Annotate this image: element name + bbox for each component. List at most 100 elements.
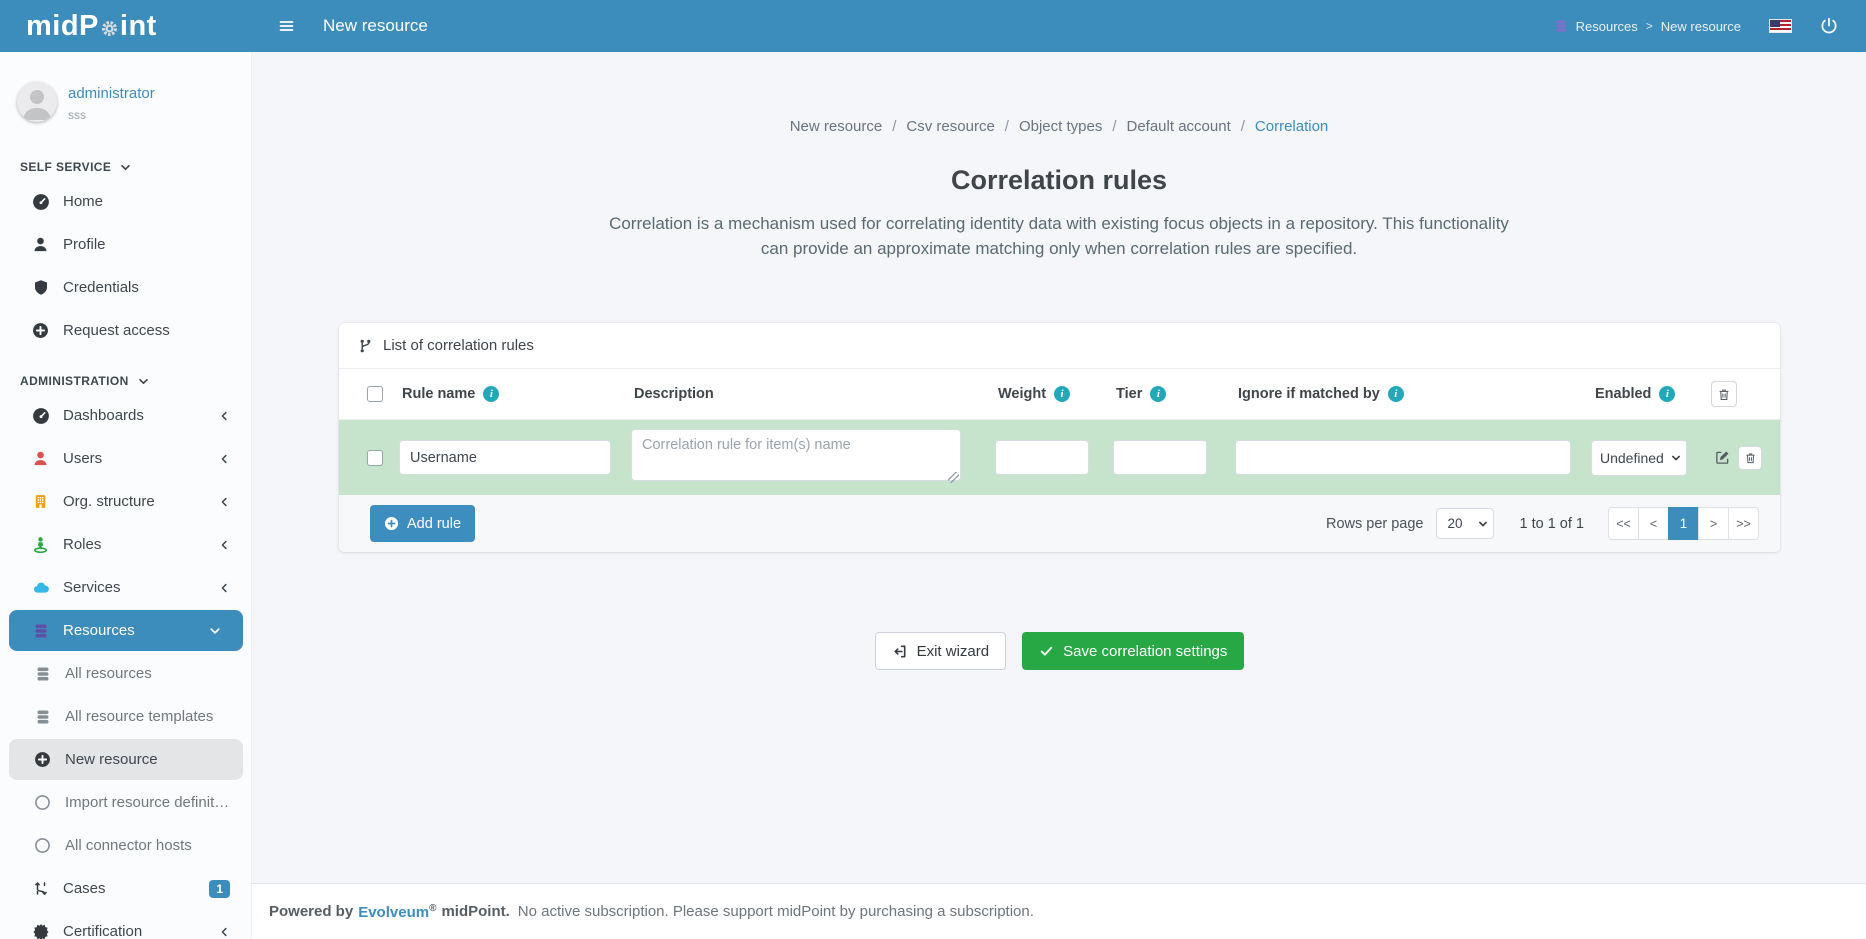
sidebar-item-services[interactable]: Services — [0, 566, 252, 609]
user-name[interactable]: administrator — [68, 85, 155, 102]
pagination-page-1[interactable]: 1 — [1668, 507, 1699, 540]
sidebar-item-dashboards[interactable]: Dashboards — [0, 394, 252, 437]
row-checkbox[interactable] — [367, 450, 383, 466]
page-title: Correlation rules — [252, 165, 1866, 196]
sidebar-item-all-resources[interactable]: All resources — [0, 652, 252, 695]
plus-circle-icon — [31, 322, 50, 339]
midpoint-label: midPoint. — [441, 903, 509, 920]
select-all-checkbox[interactable] — [367, 386, 383, 402]
code-branch-icon — [358, 338, 373, 354]
logo-text-suffix: int — [120, 10, 157, 43]
trash-icon — [1744, 451, 1757, 465]
breadcrumb-correlation[interactable]: Correlation — [1255, 118, 1328, 135]
sidebar-item-resources[interactable]: Resources — [9, 610, 243, 651]
pagination-prev[interactable]: < — [1638, 507, 1669, 540]
info-icon[interactable]: i — [1150, 386, 1166, 402]
chevron-down-icon — [120, 162, 131, 173]
info-icon[interactable]: i — [483, 386, 499, 402]
locale-flag-us-icon[interactable] — [1769, 19, 1792, 33]
exit-wizard-label: Exit wizard — [917, 643, 990, 660]
topbar-breadcrumb-current[interactable]: New resource — [1661, 19, 1741, 34]
sidebar-item-label: Profile — [63, 236, 106, 253]
sidebar-item-request-access[interactable]: Request access — [0, 309, 252, 352]
save-correlation-settings-button[interactable]: Save correlation settings — [1022, 632, 1244, 670]
page-description: Correlation is a mechanism used for corr… — [599, 212, 1519, 261]
exit-wizard-button[interactable]: Exit wizard — [875, 632, 1007, 670]
info-icon[interactable]: i — [1054, 386, 1070, 402]
topbar-right: Resources > New resource — [1554, 17, 1866, 35]
add-rule-button[interactable]: Add rule — [370, 505, 475, 542]
rule-name-input[interactable] — [399, 440, 611, 475]
breadcrumb-object-types[interactable]: Object types — [1019, 118, 1102, 135]
table-footer: Add rule Rows per page 20 1 to 1 of 1 <<… — [339, 495, 1780, 552]
rule-enabled-select[interactable]: Undefined — [1591, 440, 1687, 476]
rule-description-textarea[interactable] — [631, 429, 961, 481]
breadcrumb-csv-resource[interactable]: Csv resource — [906, 118, 994, 135]
rows-per-page-label: Rows per page — [1326, 516, 1424, 532]
pagination-next[interactable]: > — [1698, 507, 1729, 540]
sidebar-item-roles[interactable]: Roles — [0, 523, 252, 566]
sidebar-item-users[interactable]: Users — [0, 437, 252, 480]
chevron-down-icon — [209, 625, 221, 637]
delete-selected-button[interactable] — [1711, 381, 1737, 407]
column-label: Enabled — [1595, 386, 1651, 402]
sidebar-item-all-resource-templates[interactable]: All resource templates — [0, 695, 252, 738]
save-correlation-settings-label: Save correlation settings — [1063, 643, 1227, 660]
chevron-left-icon — [219, 926, 230, 938]
hamburger-menu-icon[interactable] — [272, 12, 301, 40]
sidebar-item-credentials[interactable]: Credentials — [0, 266, 252, 309]
plus-circle-icon — [384, 516, 399, 531]
column-label: Tier — [1116, 386, 1142, 402]
midpoint-logo[interactable]: midP int — [26, 10, 157, 43]
breadcrumb-default-account[interactable]: Default account — [1127, 118, 1231, 135]
sidebar-item-certification[interactable]: Certification — [0, 910, 252, 939]
correlation-rules-card: List of correlation rules Rule name i De… — [339, 323, 1780, 552]
add-rule-label: Add rule — [407, 516, 461, 532]
sidebar-item-cases[interactable]: Cases 1 — [0, 867, 252, 910]
top-bar: midP int New resource Resources > New re… — [0, 0, 1866, 52]
evolveum-link[interactable]: Evolveum® — [358, 903, 436, 921]
rule-ignore-input[interactable] — [1235, 440, 1571, 475]
rule-weight-input[interactable] — [995, 440, 1089, 475]
trash-icon — [1717, 387, 1731, 402]
sidebar-item-label: All resources — [65, 665, 152, 682]
breadcrumb-new-resource[interactable]: New resource — [790, 118, 883, 135]
database-icon — [33, 709, 52, 725]
column-weight: Weight i — [995, 386, 1113, 402]
delete-rule-button[interactable] — [1738, 446, 1762, 470]
circle-outline-icon — [33, 837, 52, 854]
section-administration[interactable]: ADMINISTRATION — [20, 374, 252, 388]
cases-count-badge: 1 — [209, 880, 230, 898]
topbar-breadcrumb-resources[interactable]: Resources — [1576, 19, 1638, 34]
section-self-service[interactable]: SELF SERVICE — [20, 160, 252, 174]
sidebar-item-home[interactable]: Home — [0, 180, 252, 223]
rule-tier-input[interactable] — [1113, 440, 1207, 475]
sidebar-item-new-resource[interactable]: New resource — [9, 739, 243, 780]
rows-per-page-select[interactable]: 20 — [1436, 508, 1494, 539]
pagination-last[interactable]: >> — [1728, 507, 1759, 540]
avatar[interactable] — [17, 82, 57, 122]
shuffle-icon — [31, 880, 50, 897]
sidebar-item-profile[interactable]: Profile — [0, 223, 252, 266]
wizard-breadcrumb: New resource / Csv resource / Object typ… — [252, 118, 1866, 135]
plus-circle-icon — [33, 751, 52, 768]
edit-pencil-icon — [1715, 450, 1730, 465]
correlation-rule-row: Undefined — [339, 420, 1780, 495]
dashboard-gauge-icon — [31, 193, 50, 211]
info-icon[interactable]: i — [1659, 386, 1675, 402]
pagination-first[interactable]: << — [1608, 507, 1639, 540]
database-icon — [1554, 19, 1568, 33]
edit-rule-button[interactable] — [1711, 445, 1733, 471]
table-header-row: Rule name i Description Weight i Tier i … — [339, 369, 1780, 420]
sidebar-item-import-resource-definition[interactable]: Import resource definit… — [0, 781, 252, 824]
info-icon[interactable]: i — [1388, 386, 1404, 402]
sidebar-item-all-connector-hosts[interactable]: All connector hosts — [0, 824, 252, 867]
column-label: Weight — [998, 386, 1046, 402]
sidebar-item-label: All resource templates — [65, 708, 213, 725]
logout-power-icon[interactable] — [1820, 17, 1838, 35]
sidebar-item-label: Roles — [63, 536, 101, 553]
sidebar-item-label: Import resource definit… — [65, 794, 229, 811]
sidebar-item-org-structure[interactable]: Org. structure — [0, 480, 252, 523]
column-tier: Tier i — [1113, 386, 1235, 402]
column-ignore-if-matched-by: Ignore if matched by i — [1235, 386, 1591, 402]
